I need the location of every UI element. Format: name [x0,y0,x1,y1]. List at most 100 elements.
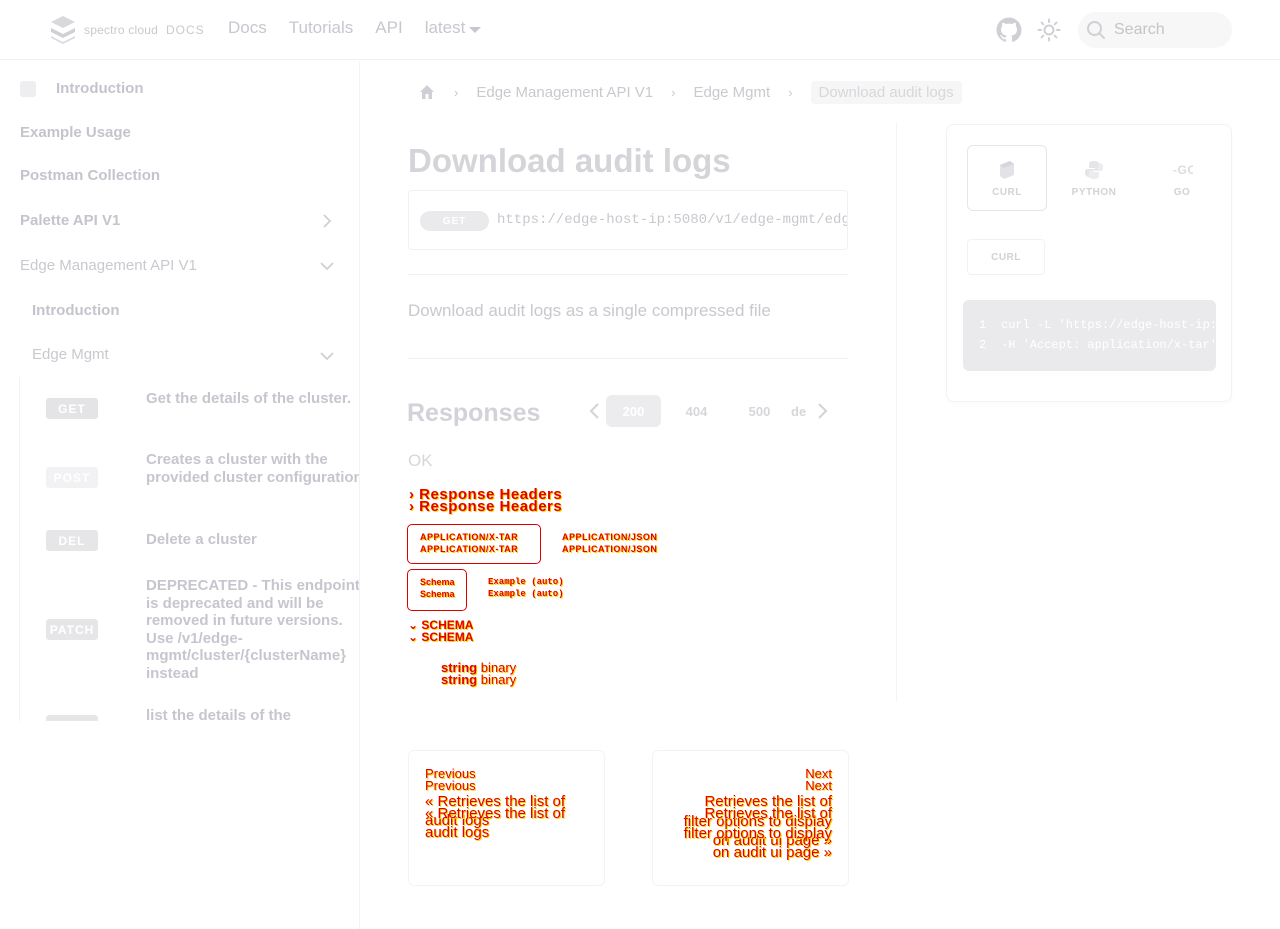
top-navbar: spectro cloud DOCS Docs Tutorials API la… [0,0,1280,60]
endpoint-desc[interactable]: Creates a cluster with the provided clus… [146,451,359,486]
method-badge: DEL [46,530,98,551]
nav-tutorials[interactable]: Tutorials [289,18,354,38]
sidebar-item-label: Example Usage [20,124,131,141]
endpoint-desc[interactable]: DEPRECATED - This endpoint is deprecated… [146,577,359,682]
nav-docs[interactable]: Docs [228,18,267,38]
schema-format-echo: binary [480,672,517,687]
breadcrumb-item[interactable]: Edge Management API V1 [476,84,653,101]
search-box[interactable] [1078,12,1232,48]
code-line: curl -L 'https://edge-host-ip:5080/v1/ed… [1001,318,1216,332]
method-badge [46,715,98,721]
content-type-json[interactable]: APPLICATION/JSON [562,532,657,542]
endpoint-item[interactable]: GET [46,398,98,419]
schema-type-row-echo: string binary [441,672,516,687]
tab-404[interactable]: 404 [665,395,728,427]
lang-label: CURL [992,186,1022,198]
variant-tab-curl[interactable]: CURL [967,239,1045,275]
go-icon: -GO [1173,163,1193,177]
sidebar-item-label: Edge Management API V1 [20,257,197,274]
pager-previous[interactable]: Previous Previous « Retrieves the list o… [408,750,605,886]
pager-next[interactable]: Next Next Retrieves the list of filter o… [652,750,849,886]
breadcrumb-separator-icon: › [788,84,793,100]
breadcrumb-current: Download audit logs [810,80,962,104]
sidebar-item-edge-mgmt[interactable]: Edge Mgmt [32,346,109,363]
chevron-down-icon[interactable] [320,259,334,273]
lang-label: PYTHON [1071,186,1117,198]
pager-next-label-echo: Next [805,778,832,793]
sidebar-item-edge-introduction[interactable]: Introduction [32,302,119,319]
schema-tab-label: Schema [420,577,455,587]
breadcrumb-item[interactable]: Edge Mgmt [693,84,770,101]
code-samples-panel: CURL PYTHON -GO GO CURL 1 curl -L 'https… [946,124,1232,402]
code-block[interactable]: 1 curl -L 'https://edge-host-ip:5080/v1/… [963,300,1216,371]
content-type-label: APPLICATION/X-TAR [420,532,519,542]
theme-toggle-sun-icon[interactable] [1037,18,1061,42]
tab-500[interactable]: 500 [728,395,791,427]
python-icon [1085,160,1103,179]
logo-docs-suffix: DOCS [165,23,205,37]
response-tabs: 200 404 500 de [588,395,829,427]
sidebar-item-introduction[interactable]: Introduction [20,80,143,97]
divider [408,274,848,275]
svg-text:-GO: -GO [1173,163,1193,177]
lang-label: GO [1173,186,1191,198]
chevron-right-icon[interactable] [815,402,829,420]
lang-tab-python[interactable]: PYTHON [1054,145,1134,211]
schema-type-echo: string [441,672,478,687]
nav-api[interactable]: API [375,18,402,38]
line-number: 1 [979,318,987,332]
content-type-label-echo: APPLICATION/X-TAR [420,544,519,554]
divider [408,358,848,359]
sidebar-item-label: Palette API V1 [20,212,121,229]
sidebar-item-label: Introduction [56,80,144,97]
endpoint-item[interactable]: DEL [46,530,98,551]
spectro-logo-icon [51,16,75,44]
curl-icon [1000,160,1014,179]
chevron-left-icon[interactable] [588,402,602,420]
tab-default[interactable]: de [791,395,815,427]
sidebar-item-label: Postman Collection [20,167,161,184]
example-auto-tab[interactable]: Example (auto) [488,577,564,587]
method-badge: GET [46,398,98,419]
breadcrumb-separator-icon: › [454,84,459,100]
code-line: -H 'Accept: application/x-tar' [1001,338,1216,352]
page-title: Download audit logs [408,142,731,179]
endpoint-item[interactable] [46,715,98,721]
chevron-right-icon[interactable] [320,214,334,228]
example-auto-tab-echo: Example (auto) [488,589,564,599]
version-dropdown[interactable]: latest [425,18,482,38]
tab-200[interactable]: 200 [606,395,661,427]
sidebar-item-example-usage[interactable]: Example Usage [20,124,131,141]
endpoint-desc[interactable]: list the details of the [146,707,359,721]
sidebar-item-label: Edge Mgmt [32,346,109,363]
logo[interactable]: spectro cloud DOCS [48,16,205,44]
sidebar-item-palette-api-v1[interactable]: Palette API V1 [20,212,120,229]
chevron-down-icon: ⌄ [408,630,419,644]
endpoint-desc[interactable]: Get the details of the cluster. [146,390,359,408]
response-headers-toggle-echo: › Response Headers [409,498,562,515]
lang-tab-curl[interactable]: CURL [967,145,1047,211]
endpoint-url: https://edge-host-ip:5080/v1/edge-mgmt/e… [497,212,848,228]
response-headers-label-echo: Response Headers [419,498,563,515]
version-label: latest [424,18,466,37]
github-icon[interactable] [996,17,1022,43]
endpoint-url-box: GET https://edge-host-ip:5080/v1/edge-mg… [408,190,848,250]
endpoint-description: Download audit logs as a single compress… [408,301,771,320]
breadcrumb: › Edge Management API V1 › Edge Mgmt › D… [418,80,962,104]
chevron-right-icon: › [409,498,415,515]
sidebar: Introduction Example Usage Postman Colle… [0,61,360,929]
search-input[interactable] [1114,21,1224,39]
endpoint-desc[interactable]: Delete a cluster [146,531,359,549]
endpoint-item[interactable]: POST [46,467,98,488]
caret-down-icon [469,26,482,33]
chevron-down-icon[interactable] [320,349,334,363]
endpoint-item[interactable]: PATCH [46,619,98,640]
method-badge: GET [420,211,489,231]
sidebar-item-postman-collection[interactable]: Postman Collection [20,167,160,184]
schema-toggle-echo: ⌄ SCHEMA [408,630,473,644]
column-divider [896,122,897,702]
sidebar-item-edge-management-api-v1[interactable]: Edge Management API V1 [20,257,197,274]
lang-tab-go[interactable]: -GO GO [1142,145,1222,211]
home-icon[interactable] [418,83,436,101]
schema-label-echo: SCHEMA [421,630,474,644]
